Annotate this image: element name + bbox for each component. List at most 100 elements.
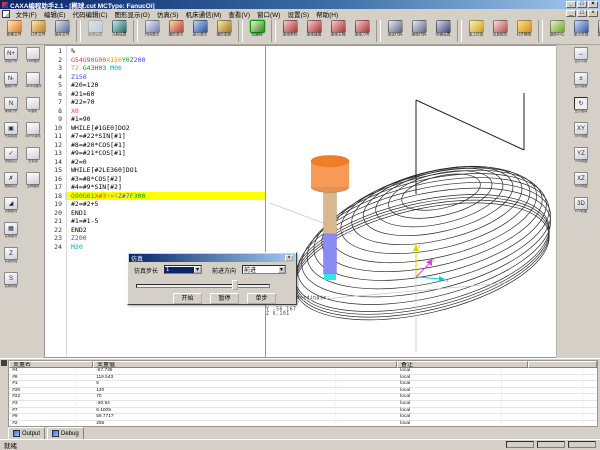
table-row[interactable]: #3-30.94local — [9, 401, 597, 408]
code-line[interactable]: 17#4=#9*SIN[#2] — [45, 183, 265, 192]
menu-item[interactable]: 仿真(S) — [153, 9, 182, 19]
macro-comment-edit[interactable]: 注释编辑 — [23, 172, 43, 196]
toolbar-query-speed[interactable]: 查询速度 — [302, 18, 326, 44]
chevron-down-icon[interactable]: ▼ — [278, 266, 285, 273]
close-button[interactable]: × — [588, 1, 598, 8]
pause-button[interactable]: 暂停 — [210, 293, 239, 304]
code-line[interactable]: 5#20=120 — [45, 81, 265, 90]
table-row[interactable]: #959.7717local — [9, 414, 597, 421]
toolbar-tool-settings[interactable]: 刀具设置 — [107, 18, 131, 44]
variable-table[interactable]: 变量名变量值备注#4-57.735local#8119.543local#15l… — [8, 360, 598, 427]
edit-add-line-numbers[interactable]: N+添加行号 — [1, 47, 21, 71]
toolbar-system-settings[interactable]: 系统设置 — [83, 18, 107, 44]
macro-goto-statement[interactable]: GOTO语句 — [23, 122, 43, 146]
code-line[interactable]: 8X0 — [45, 107, 265, 116]
menu-item[interactable]: 图形显示(G) — [111, 9, 153, 19]
toolbar-query-position[interactable]: 查询坐标 — [278, 18, 302, 44]
code-line[interactable]: 6#21=60 — [45, 90, 265, 99]
toolbar-query-spindle[interactable]: 查询主轴 — [326, 18, 350, 44]
view-view-rotate[interactable]: ↻显示旋转 — [571, 97, 591, 121]
code-line[interactable]: 16#3=#8*COS[#2] — [45, 175, 265, 184]
menu-item[interactable]: 编辑(E) — [40, 9, 69, 19]
mdi-restore-button[interactable]: □ — [577, 10, 587, 17]
edit-delete-line-numbers[interactable]: N-删除行号 — [1, 72, 21, 96]
code-line[interactable]: 21#1=#1-5 — [45, 217, 265, 226]
toolbar-open-model[interactable]: 打开模型 — [512, 18, 536, 44]
code-line[interactable]: 4Z150 — [45, 73, 265, 82]
dialog-title-bar[interactable]: 仿真 × — [129, 254, 295, 262]
view-view-xyz[interactable]: 3DXYZ视图 — [571, 197, 591, 221]
code-line[interactable]: 14#2=0 — [45, 158, 265, 167]
edit-delete-mark[interactable]: ✗删除标记 — [1, 172, 21, 196]
simulation-slider[interactable] — [136, 284, 270, 288]
edit-path-simulation[interactable]: Z轨迹仿真 — [1, 247, 21, 271]
menu-item[interactable]: 窗口(W) — [254, 9, 284, 19]
start-button[interactable]: 开始 — [173, 293, 202, 304]
simulation-viewport[interactable]: z y x Machine Coordinate: X -40.886 Y -5… — [266, 45, 556, 358]
toolbar-hint-view[interactable]: 提示显示 — [188, 18, 212, 44]
code-line[interactable]: 1% — [45, 47, 265, 56]
slider-thumb[interactable] — [232, 280, 238, 290]
dialog-close-button[interactable]: × — [285, 255, 293, 261]
macro-for-loop[interactable]: FOR循环 — [23, 47, 43, 71]
view-view-xoy[interactable]: XYXOY视图 — [571, 122, 591, 146]
code-line[interactable]: 15WHILE[#2LE360]DO1 — [45, 166, 265, 175]
code-line[interactable]: 20END1 — [45, 209, 265, 218]
menu-item[interactable]: 查看(V) — [225, 9, 254, 19]
edit-solid-mode[interactable]: ▦实体模式 — [1, 222, 21, 246]
edit-compare-mode[interactable]: ◢对照模式 — [1, 197, 21, 221]
code-line[interactable]: 12#8=#20*COS[#1] — [45, 141, 265, 150]
mdi-minimize-button[interactable]: _ — [566, 10, 576, 17]
direction-combobox[interactable]: 前进 ▼ — [242, 265, 286, 274]
code-line[interactable]: 22END2 — [45, 226, 265, 235]
code-line[interactable]: 9#1=90 — [45, 115, 265, 124]
toolbar-window-zoom[interactable]: 窗口缩放 — [593, 18, 600, 44]
code-line[interactable]: 23Z200 — [45, 234, 265, 243]
view-view-xoz[interactable]: XZXOZ视图 — [571, 172, 591, 196]
mdi-close-button[interactable]: × — [588, 10, 598, 17]
restore-button[interactable]: □ — [577, 1, 587, 8]
code-line[interactable]: 10WHILE[#1GE0]DO2 — [45, 124, 265, 133]
step-button[interactable]: 单步 — [247, 293, 276, 304]
step-combobox[interactable]: 1 ▼ — [164, 265, 202, 274]
edit-solid-simulation[interactable]: S实体仿真 — [1, 272, 21, 296]
view-view-pan[interactable]: ↔显示平移 — [571, 47, 591, 71]
toolbar-graphic-view[interactable]: 图形显示 — [164, 18, 188, 44]
toolbar-code-view[interactable]: 代码显示 — [140, 18, 164, 44]
macro-while-loop[interactable]: WHILE循环 — [23, 72, 43, 96]
minimize-button[interactable]: _ — [566, 1, 576, 8]
menu-item[interactable]: 帮助(H) — [313, 9, 342, 19]
edit-renumber-lines[interactable]: N重排行号 — [1, 97, 21, 121]
toolbar-transfer-settings[interactable]: 传输设置 — [431, 18, 455, 44]
simulation-dialog[interactable]: 仿真 × 仿真步长 1 ▼ 前进方向 前进 ▼ 开始 暂停 单步 — [127, 252, 297, 305]
edit-add-mark[interactable]: ✓添加标记 — [1, 147, 21, 171]
menu-item[interactable]: 机床通信(M) — [182, 9, 225, 19]
code-line[interactable]: 19#2=#2+5 — [45, 200, 265, 209]
toolbar-graphic-refresh[interactable]: 图形更新 — [212, 18, 236, 44]
toolbar-macro-programming[interactable]: 宏编程 — [245, 18, 269, 44]
code-editor[interactable]: 1%2G54G90G00X120Y0Z2003T2 G43H03 M064Z15… — [44, 45, 266, 358]
chevron-down-icon[interactable]: ▼ — [194, 266, 201, 273]
view-view-yoz[interactable]: YZYOZ视图 — [571, 147, 591, 171]
toolbar-save-file[interactable]: 保存文件 — [50, 18, 74, 44]
macro-if-statement[interactable]: IF语句 — [23, 97, 43, 121]
table-row[interactable]: #4-57.735local — [9, 368, 597, 375]
toolbar-open-file[interactable]: 打开文件 — [26, 18, 50, 44]
code-line[interactable]: 7#22=70 — [45, 98, 265, 107]
menu-item[interactable]: 代码编辑(C) — [69, 9, 111, 19]
macro-macro-call[interactable]: 宏调用 — [23, 147, 43, 171]
toolbar-query-tool-no[interactable]: 查询刀号 — [350, 18, 374, 44]
toolbar-receive-code[interactable]: 接收代码 — [407, 18, 431, 44]
tab-output[interactable]: Output — [8, 427, 45, 439]
code-line[interactable]: 11#7=#22*SIN[#1] — [45, 132, 265, 141]
edit-code-check[interactable]: ▣代码校验 — [1, 122, 21, 146]
toolbar-simulation-report[interactable]: 仿真报告 — [488, 18, 512, 44]
toolbar-show-all[interactable]: 显示全部 — [569, 18, 593, 44]
view-view-zoom[interactable]: ±显示缩放 — [571, 72, 591, 96]
code-line[interactable]: 3T2 G43H03 M06 — [45, 64, 265, 73]
menu-item[interactable]: 文件(F) — [12, 9, 40, 19]
toolbar-send-code[interactable]: 发送代码 — [383, 18, 407, 44]
toolbar-new-file[interactable]: 新建文件 — [2, 18, 26, 44]
code-line[interactable]: 2G54G90G00X120Y0Z200 — [45, 56, 265, 65]
tab-debug[interactable]: Debug — [47, 427, 84, 439]
